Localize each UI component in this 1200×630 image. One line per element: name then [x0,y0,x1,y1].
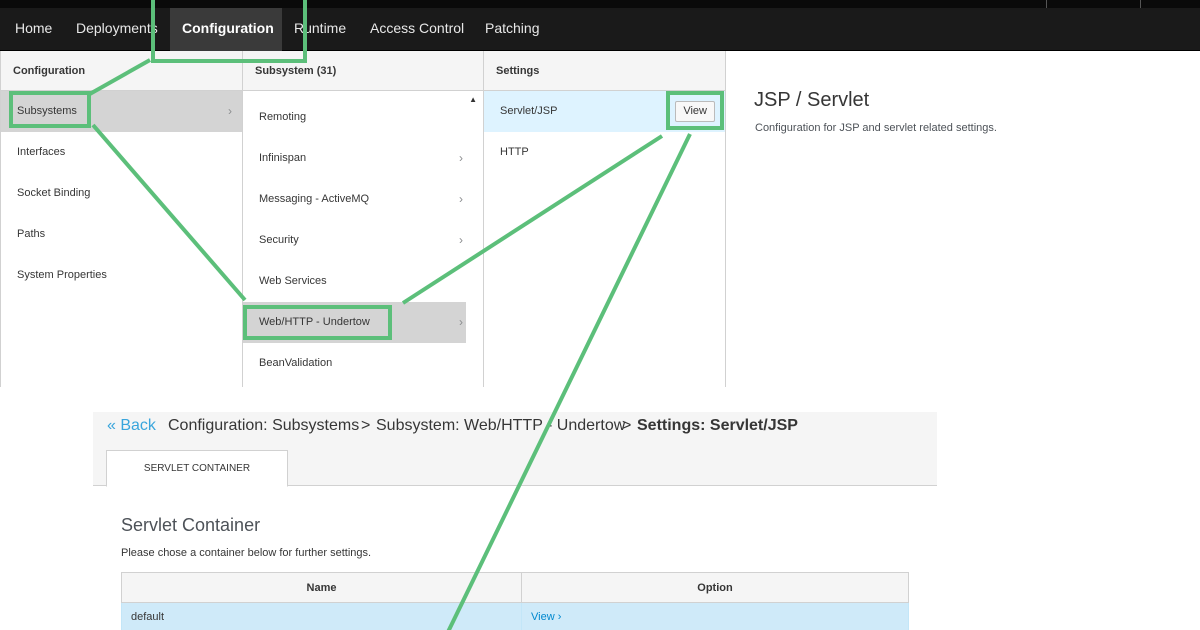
nav-home[interactable]: Home [3,8,64,51]
column-item-security[interactable]: Security › [243,220,483,261]
item-label: Messaging - ActiveMQ [259,193,370,205]
breadcrumb-configuration[interactable]: Configuration: Subsystems [168,417,359,435]
breadcrumb-separator: > [622,417,632,434]
subsystem-column: Subsystem (31) ▲ Remoting Infinispan › M… [243,51,484,387]
item-label: Remoting [259,111,307,123]
column-item-interfaces[interactable]: Interfaces [1,132,242,173]
chevron-right-icon: › [459,151,463,165]
item-label: Servlet/JSP [500,105,558,117]
column-item-socket-binding[interactable]: Socket Binding [1,173,242,214]
column-item-servlet-jsp[interactable]: Servlet/JSP View [484,91,725,132]
top-navigation: Home Deployments Configuration Runtime A… [0,8,1200,51]
preview-title: JSP / Servlet [754,89,870,111]
column-item-remoting[interactable]: Remoting [243,97,483,138]
cell-name: default [121,602,522,630]
chevron-right-icon: › [459,192,463,206]
nav-configuration[interactable]: Configuration [170,8,282,51]
column-item-http[interactable]: HTTP [484,132,725,173]
column-header: Settings [484,51,725,91]
chevron-right-icon: › [459,233,463,247]
column-item-system-properties[interactable]: System Properties [1,255,242,296]
column-item-subsystems[interactable]: Subsystems › [1,91,242,132]
chevron-right-icon: › [228,104,232,118]
item-label: Paths [17,228,46,240]
view-button[interactable]: View [675,101,715,122]
configuration-column: Configuration Subsystems › Interfaces So… [0,51,243,387]
settings-column: Settings Servlet/JSP View HTTP [484,51,726,387]
column-item-messaging[interactable]: Messaging - ActiveMQ › [243,179,483,220]
item-label: Security [259,234,299,246]
item-label: Socket Binding [17,187,91,199]
item-label: HTTP [500,146,529,158]
nav-patching[interactable]: Patching [473,8,551,51]
column-header-name[interactable]: Name [121,572,522,603]
column-item-beanvalidation[interactable]: BeanValidation [243,343,483,384]
nav-runtime[interactable]: Runtime [282,8,358,51]
detail-header: « Back Configuration: Subsystems > Subsy… [93,412,937,487]
breadcrumb-separator: > [361,417,371,434]
preview-panel: JSP / Servlet Configuration for JSP and … [726,51,1200,387]
item-label: Interfaces [17,146,66,158]
title-strip [0,0,1200,8]
chevron-right-icon: › [459,315,463,329]
column-header-option[interactable]: Option [521,572,909,603]
breadcrumb-current: Settings: Servlet/JSP [637,417,798,434]
item-label: Web/HTTP - Undertow [259,316,370,328]
item-label: Subsystems [17,105,77,117]
item-label: Web Services [259,275,327,287]
strip-divider [1140,0,1141,8]
tab-servlet-container[interactable]: SERVLET CONTAINER [106,450,288,487]
screenshot-stage: Home Deployments Configuration Runtime A… [0,0,1200,630]
item-label: System Properties [17,269,107,281]
strip-divider [1046,0,1047,8]
column-header: Subsystem (31) [243,51,483,91]
column-item-infinispan[interactable]: Infinispan › [243,138,483,179]
column-header: Configuration [1,51,242,91]
section-description: Please chose a container below for furth… [121,547,372,559]
column-item-paths[interactable]: Paths [1,214,242,255]
item-label: BeanValidation [259,357,333,369]
table-row[interactable]: default View › [121,602,909,630]
container-table: Name Option default View › [121,572,909,630]
nav-deployments[interactable]: Deployments [64,8,170,51]
breadcrumb-subsystem[interactable]: Subsystem: Web/HTTP - Undertow [376,417,625,435]
preview-description: Configuration for JSP and servlet relate… [755,122,997,134]
nav-access-control[interactable]: Access Control [358,8,476,51]
detail-panel: « Back Configuration: Subsystems > Subsy… [93,412,937,630]
view-link[interactable]: View › [521,602,909,630]
column-item-undertow[interactable]: Web/HTTP - Undertow › [243,302,466,343]
back-link[interactable]: « Back [107,417,156,435]
column-item-web-services[interactable]: Web Services [243,261,483,302]
section-title: Servlet Container [121,515,261,535]
item-label: Infinispan [259,152,307,164]
